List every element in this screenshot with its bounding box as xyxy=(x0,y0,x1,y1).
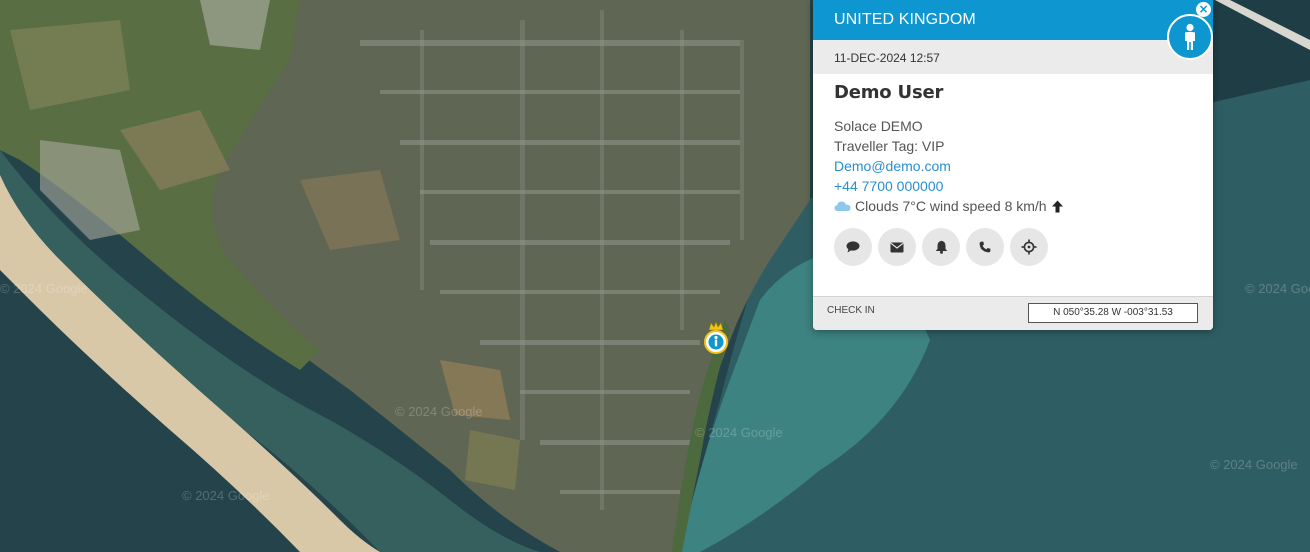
close-icon[interactable]: × xyxy=(1196,2,1211,17)
popup-datetime: 11-DEC-2024 12:57 xyxy=(813,40,1213,74)
bell-icon xyxy=(935,240,947,254)
popup-body: Demo User Solace DEMO Traveller Tag: VIP… xyxy=(813,74,1213,266)
popup-country-header: UNITED KINGDOM xyxy=(813,0,1213,40)
popup-footer: CHECK IN N 050°35.28 W -003°31.53 xyxy=(813,296,1213,330)
user-name: Demo User xyxy=(834,82,944,103)
cloud-icon xyxy=(834,201,851,211)
chat-bubble-icon xyxy=(846,241,860,253)
email-link[interactable]: Demo@demo.com xyxy=(834,158,951,174)
organisation: Solace DEMO xyxy=(834,118,923,134)
datetime-text: 11-DEC-2024 12:57 xyxy=(834,51,940,65)
action-buttons xyxy=(834,228,1192,266)
user-info-popup: UNITED KINGDOM × 11-DEC-2024 12:57 Demo … xyxy=(813,0,1213,330)
country-name: UNITED KINGDOM xyxy=(834,11,976,28)
phone-icon xyxy=(979,241,991,253)
alert-button[interactable] xyxy=(922,228,960,266)
person-icon xyxy=(1185,23,1195,50)
email-button[interactable] xyxy=(878,228,916,266)
phone-link[interactable]: +44 7700 000000 xyxy=(834,178,943,194)
call-button[interactable] xyxy=(966,228,1004,266)
envelope-icon xyxy=(890,242,904,252)
wind-direction-arrow-icon xyxy=(1051,200,1063,212)
traveller-tag: Traveller Tag: VIP xyxy=(834,138,945,154)
user-location-marker[interactable] xyxy=(703,322,729,356)
crown-pin-icon xyxy=(704,322,728,354)
locate-button[interactable] xyxy=(1010,228,1048,266)
coordinates-field[interactable]: N 050°35.28 W -003°31.53 xyxy=(1028,303,1198,323)
weather-info: Clouds 7°C wind speed 8 km/h xyxy=(834,196,1192,216)
message-button[interactable] xyxy=(834,228,872,266)
weather-text: Clouds 7°C wind speed 8 km/h xyxy=(855,198,1047,214)
checkin-label: CHECK IN xyxy=(827,305,875,316)
crosshair-icon xyxy=(1021,239,1037,255)
user-avatar-button[interactable] xyxy=(1167,14,1213,60)
